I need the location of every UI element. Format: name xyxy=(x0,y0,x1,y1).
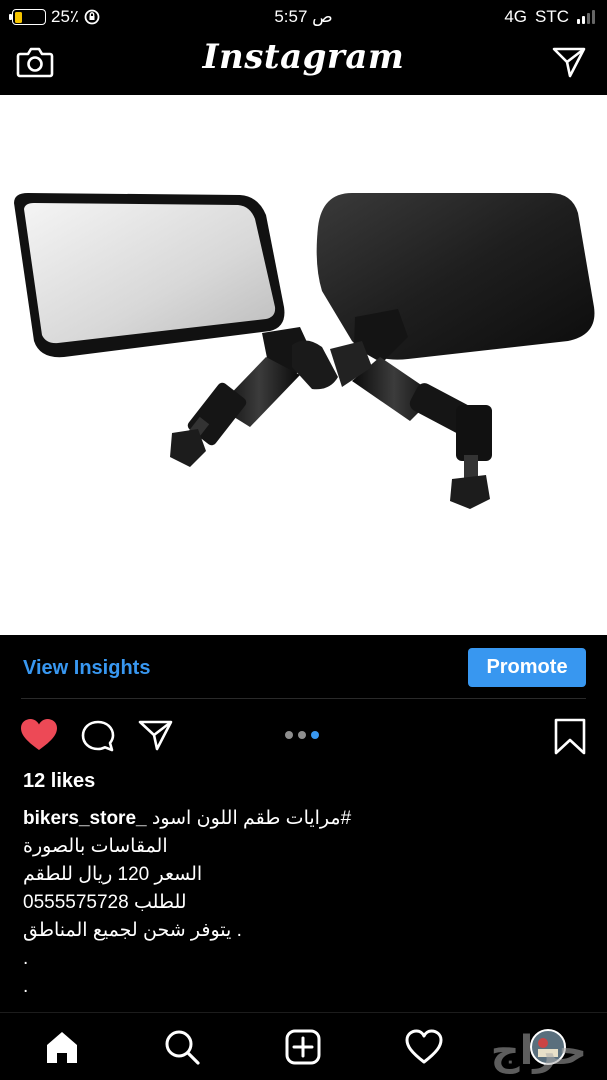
network-type: 4G xyxy=(504,7,527,26)
signal-icon xyxy=(577,10,595,24)
bottom-tab-bar: حراج xyxy=(0,1012,607,1080)
caption-line: المقاسات بالصورة xyxy=(23,836,168,857)
caption-text: مرايات طقم اللون اسود# xyxy=(151,808,352,829)
caption-line: يتوفر شحن لجميع المناطق . xyxy=(23,920,242,941)
caption-line: للطلب 0555575728 xyxy=(23,892,187,913)
home-icon[interactable] xyxy=(42,1027,82,1067)
top-nav-bar: Instagram xyxy=(0,34,607,95)
add-post-icon[interactable] xyxy=(283,1027,323,1067)
status-bar: 25٪ 5:57 ص 4G STC xyxy=(0,0,607,34)
view-insights-link[interactable]: View Insights xyxy=(23,657,150,680)
status-right: 4G STC xyxy=(504,7,595,27)
caption-first-line: bikers_store_ مرايات طقم اللون اسود# xyxy=(23,805,583,833)
carousel-dot-active xyxy=(311,731,319,739)
save-bookmark-icon[interactable] xyxy=(553,718,587,756)
share-icon[interactable] xyxy=(138,718,174,752)
caption-line: . xyxy=(23,948,29,969)
activity-heart-icon[interactable] xyxy=(404,1027,444,1067)
post-image[interactable] xyxy=(0,95,607,635)
search-icon[interactable] xyxy=(162,1027,202,1067)
carousel-dot xyxy=(285,731,293,739)
promote-button[interactable]: Promote xyxy=(468,648,586,687)
likes-count[interactable]: 12 likes xyxy=(23,770,95,793)
caption-line: . xyxy=(23,976,29,997)
comment-icon[interactable] xyxy=(80,719,116,753)
like-heart-icon[interactable] xyxy=(20,718,58,752)
divider xyxy=(21,698,586,699)
insights-row: View Insights Promote xyxy=(0,635,607,699)
carrier-name: STC xyxy=(535,7,569,26)
carousel-dot xyxy=(298,731,306,739)
post-actions xyxy=(0,712,607,760)
caption-username[interactable]: bikers_store_ xyxy=(23,808,147,829)
post-caption: bikers_store_ مرايات طقم اللون اسود# الم… xyxy=(23,805,583,1001)
motorcycle-mirrors-image xyxy=(14,193,595,509)
haraj-watermark: حراج xyxy=(490,1028,587,1074)
direct-message-icon[interactable] xyxy=(551,44,587,80)
caption-line: السعر 120 ريال للطقم xyxy=(23,864,203,885)
carousel-indicator xyxy=(285,731,319,739)
instagram-logo: Instagram xyxy=(202,37,405,77)
